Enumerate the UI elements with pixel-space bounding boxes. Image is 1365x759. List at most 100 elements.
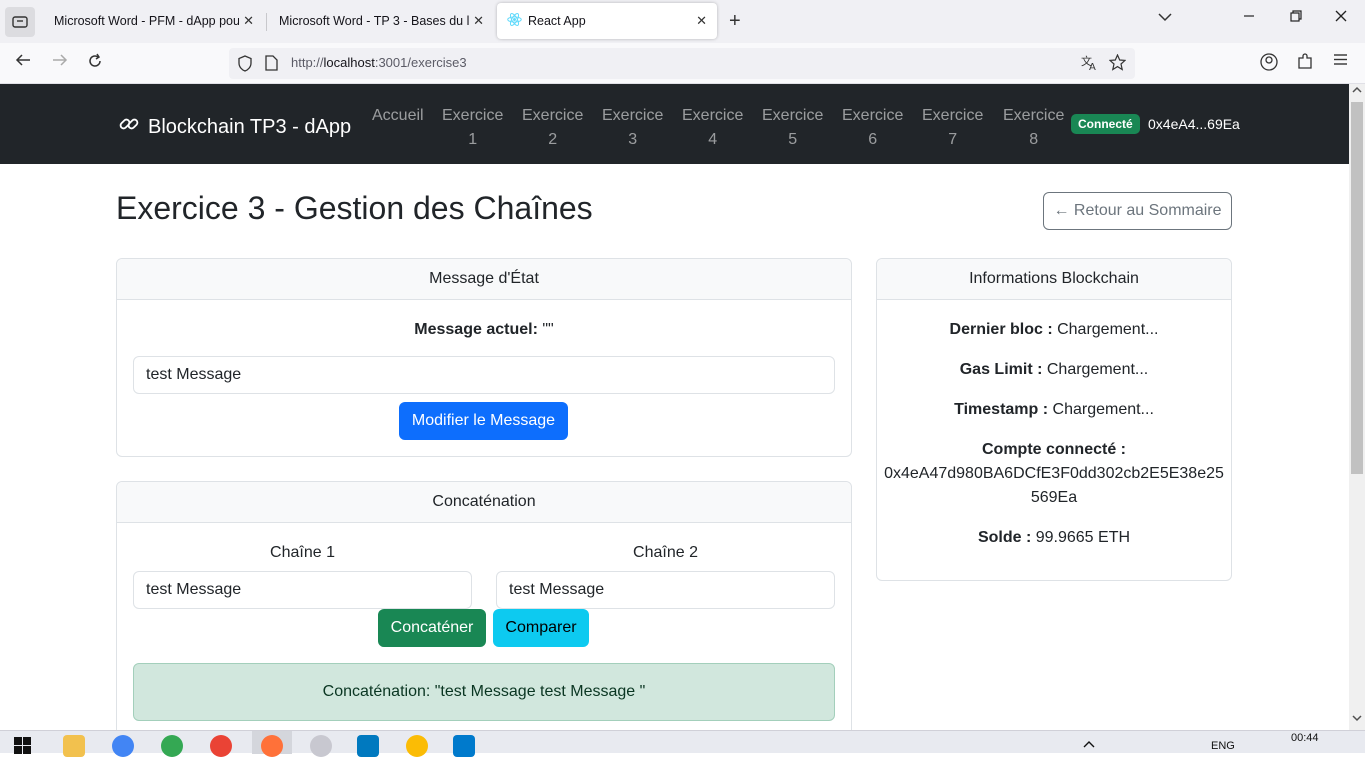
- nav-item-exercice-3[interactable]: Exercice 3: [602, 104, 663, 152]
- nav-number: 5: [788, 131, 798, 148]
- tab-label: React App: [528, 14, 586, 28]
- tab-word-tp3[interactable]: Microsoft Word - TP 3 - Bases du la ✕: [269, 3, 494, 39]
- message-input[interactable]: test Message: [133, 356, 835, 394]
- clock-time[interactable]: 00:44: [1291, 732, 1319, 744]
- close-icon[interactable]: ✕: [243, 13, 254, 29]
- tab-separator: [266, 13, 267, 31]
- string1-input[interactable]: test Message: [133, 571, 472, 609]
- app-navbar: Blockchain TP3 - dApp Accueil Exercice 1 …: [0, 84, 1349, 164]
- translate-icon[interactable]: 文A: [1081, 54, 1099, 74]
- file-explorer-icon[interactable]: [63, 735, 85, 757]
- close-icon[interactable]: ✕: [696, 13, 707, 29]
- windows-start-icon[interactable]: [14, 737, 31, 759]
- tab-word-pfm[interactable]: Microsoft Word - PFM - dApp pour ✕: [44, 3, 264, 39]
- info-label: Gas Limit :: [959, 361, 1043, 378]
- nav-number: 7: [948, 131, 958, 148]
- nav-label: Exercice: [522, 107, 584, 124]
- modify-message-button[interactable]: Modifier le Message: [399, 402, 568, 440]
- blockchain-info-card: Informations Blockchain Dernier bloc : C…: [876, 258, 1232, 581]
- gas-limit-info: Gas Limit : Chargement...: [877, 358, 1231, 382]
- windows-taskbar: ENG 00:44: [0, 730, 1365, 757]
- nav-number: 8: [1029, 131, 1039, 148]
- nav-item-exercice-6[interactable]: Exercice 6: [842, 104, 903, 152]
- info-value: Chargement...: [1052, 321, 1159, 338]
- language-indicator[interactable]: ENG: [1211, 740, 1235, 752]
- chrome-icon[interactable]: [112, 735, 134, 757]
- nav-label: Exercice: [922, 107, 984, 124]
- nav-item-exercice-4[interactable]: Exercice 4: [682, 104, 743, 152]
- nav-item-exercice-1[interactable]: Exercice 1: [442, 104, 503, 152]
- vscode-icon[interactable]: [453, 735, 475, 757]
- restore-icon[interactable]: [1290, 9, 1302, 26]
- close-window-icon[interactable]: [1335, 9, 1347, 26]
- extensions-icon[interactable]: [1297, 53, 1313, 75]
- tab-list-icon[interactable]: [5, 6, 35, 37]
- status-badge: Connecté: [1071, 114, 1140, 134]
- nav-item-exercice-8[interactable]: Exercice 8: [1003, 104, 1064, 152]
- nav-number: 2: [548, 131, 558, 148]
- last-block-info: Dernier bloc : Chargement...: [877, 318, 1231, 342]
- chrome-icon[interactable]: [406, 735, 428, 757]
- info-label: Solde :: [977, 529, 1032, 546]
- current-message: Message actuel: "": [117, 321, 851, 339]
- link-icon: [118, 113, 140, 141]
- menu-icon[interactable]: [1333, 53, 1348, 71]
- url-bar[interactable]: http://localhost:3001/exercise3 文A: [229, 48, 1135, 79]
- chevron-down-icon[interactable]: [1158, 9, 1172, 25]
- nav-label: Exercice: [442, 107, 504, 124]
- nav-label: Accueil: [372, 107, 424, 124]
- nav-label: Exercice: [682, 107, 744, 124]
- nav-item-exercice-2[interactable]: Exercice 2: [522, 104, 583, 152]
- nav-label: Exercice: [842, 107, 904, 124]
- balance-info: Solde : 99.9665 ETH: [877, 526, 1231, 550]
- scroll-down-icon[interactable]: [1352, 714, 1362, 724]
- account-address-short: 0x4eA4...69Ea: [1148, 116, 1240, 132]
- card-header: Message d'État: [117, 259, 851, 300]
- info-value: Chargement...: [1048, 401, 1154, 418]
- star-icon[interactable]: [1108, 53, 1127, 76]
- brand-title: Blockchain TP3 - dApp: [148, 115, 352, 138]
- page-icon[interactable]: [265, 55, 278, 76]
- scroll-up-icon[interactable]: [1352, 86, 1362, 96]
- info-label: Dernier bloc :: [949, 321, 1053, 338]
- tab-react-app[interactable]: React App ✕: [497, 3, 717, 39]
- state-message-card: Message d'État Message actuel: "" test M…: [116, 258, 852, 457]
- new-tab-button[interactable]: +: [729, 10, 741, 33]
- compare-button[interactable]: Comparer: [493, 609, 589, 647]
- brand-link[interactable]: Blockchain TP3 - dApp: [118, 113, 351, 141]
- info-label: Compte connecté :: [981, 441, 1126, 458]
- nav-item-accueil[interactable]: Accueil: [372, 104, 424, 128]
- tray-chevron-icon[interactable]: [1083, 739, 1095, 751]
- info-value: 99.9665 ETH: [1031, 529, 1131, 546]
- url-text[interactable]: http://localhost:3001/exercise3: [291, 55, 467, 70]
- back-to-summary-button[interactable]: ← Retour au Sommaire: [1043, 192, 1232, 230]
- close-icon[interactable]: ✕: [473, 13, 484, 29]
- firefox-icon[interactable]: [261, 735, 283, 757]
- nav-number: 1: [468, 131, 478, 148]
- nav-number: 6: [868, 131, 878, 148]
- page-scrollbar[interactable]: [1349, 84, 1365, 730]
- nav-label: Exercice: [762, 107, 824, 124]
- browser-toolbar: http://localhost:3001/exercise3 文A: [0, 43, 1365, 84]
- string2-input[interactable]: test Message: [496, 571, 835, 609]
- nav-number: 4: [708, 131, 718, 148]
- app-icon[interactable]: [310, 735, 332, 757]
- trello-icon[interactable]: [357, 735, 379, 757]
- forward-arrow-icon[interactable]: [52, 53, 68, 72]
- scrollbar-thumb[interactable]: [1351, 102, 1363, 474]
- shield-icon[interactable]: [237, 55, 253, 77]
- info-value: Chargement...: [1042, 361, 1149, 378]
- chrome-icon[interactable]: [210, 735, 232, 757]
- back-arrow-icon[interactable]: [15, 53, 31, 72]
- concatenate-button[interactable]: Concaténer: [378, 609, 486, 647]
- minimize-icon[interactable]: [1243, 9, 1255, 26]
- current-message-value: "": [537, 321, 554, 338]
- account-icon[interactable]: [1260, 53, 1278, 76]
- reload-icon[interactable]: [87, 53, 103, 74]
- nav-item-exercice-5[interactable]: Exercice 5: [762, 104, 823, 152]
- nav-label: Exercice: [602, 107, 664, 124]
- nav-item-exercice-7[interactable]: Exercice 7: [922, 104, 983, 152]
- tab-label: Microsoft Word - PFM - dApp pour: [54, 14, 239, 28]
- chrome-icon[interactable]: [161, 735, 183, 757]
- string2-label: Chaîne 2: [633, 544, 698, 561]
